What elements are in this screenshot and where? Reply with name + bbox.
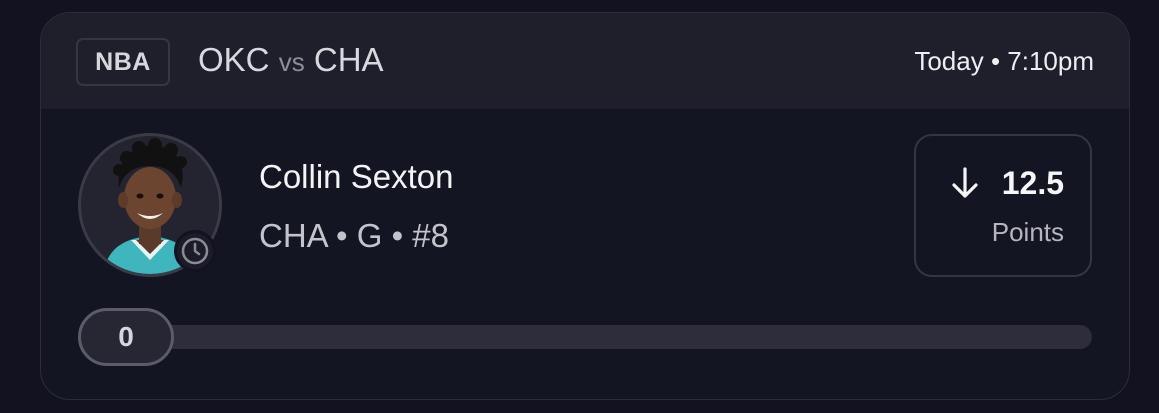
- progress-current-value: 0: [78, 308, 174, 366]
- progress-track: [81, 325, 1092, 349]
- projection-line-value: 12.5: [1001, 165, 1064, 201]
- projection-box[interactable]: 12.5 Points: [914, 134, 1092, 277]
- arrow-down-icon: [952, 167, 978, 198]
- player-meta: CHA • G • #8: [259, 217, 450, 254]
- clock-icon: [174, 230, 216, 272]
- vs-label: vs: [278, 47, 305, 77]
- home-team: CHA: [313, 41, 384, 78]
- away-team: OKC: [198, 41, 270, 78]
- matchup: OKC vs CHA: [198, 40, 384, 82]
- game-time: Today • 7:10pm: [914, 46, 1094, 76]
- stat-label: Points: [991, 217, 1064, 247]
- player-name: Collin Sexton: [259, 158, 454, 195]
- prop-card[interactable]: NBA OKC vs CHA Today • 7:10pm Collin Sex…: [40, 12, 1130, 400]
- projection-line-row: 12.5: [950, 164, 1064, 202]
- game-header: NBA OKC vs CHA Today • 7:10pm: [41, 13, 1129, 109]
- league-badge: NBA: [76, 38, 170, 86]
